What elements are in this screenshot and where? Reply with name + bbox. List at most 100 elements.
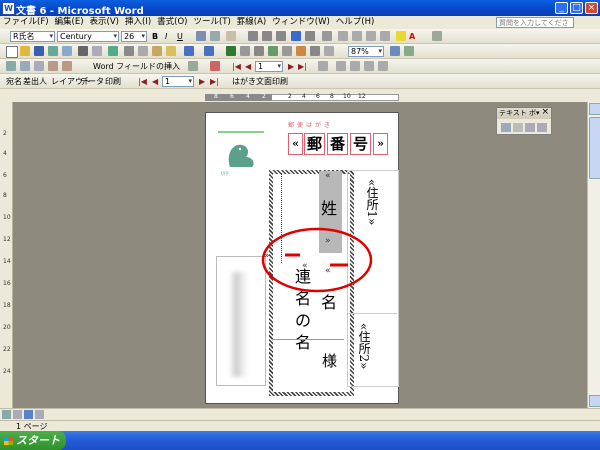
menu-table[interactable]: 罫線(A) [234,16,269,29]
merge-to-email-icon[interactable] [378,61,388,71]
web-view-icon[interactable] [13,410,22,419]
sender-textbox[interactable] [216,256,266,386]
spelling-icon[interactable] [108,46,118,56]
permission-icon[interactable] [48,46,58,56]
main-doc-setup-icon[interactable] [6,61,16,71]
help-search-input[interactable]: 質問を入力してください [496,17,574,37]
insert-word-field-icon[interactable] [188,61,198,71]
menu-window[interactable]: ウィンドウ(W) [269,16,333,29]
textbox-toolbar-close-icon[interactable]: × [541,107,549,117]
hyperlink-icon[interactable] [226,46,236,56]
paste-icon[interactable] [152,46,162,56]
postcard-recipient-menu[interactable]: 宛名 [6,76,22,87]
font-combo[interactable]: Century [57,31,119,42]
print-view-icon[interactable] [24,410,33,419]
italic-button[interactable]: I [165,31,167,42]
scroll-down-button[interactable] [589,395,600,407]
redo-icon[interactable] [204,46,214,56]
zoom-combo[interactable]: 87% [348,46,384,57]
bold-button[interactable]: B [152,31,158,42]
vertical-scrollbar[interactable] [587,102,600,408]
menu-edit[interactable]: 編集(E) [52,16,87,29]
next-textbox-icon[interactable] [537,123,547,132]
insert-table-icon[interactable] [254,46,264,56]
postcard-previous-record-button[interactable]: ◀ [152,76,158,87]
close-button[interactable]: × [585,2,598,14]
postcard-record-input[interactable]: 1 [162,76,194,87]
vertical-ruler[interactable]: 2 4 6 8 10 12 14 16 18 20 22 24 [0,102,13,412]
insert-merge-field-button[interactable]: Word フィールドの挿入 [93,61,180,72]
save-icon[interactable] [34,46,44,56]
document-map-icon[interactable] [310,46,320,56]
highlight-icon[interactable] [396,31,406,41]
recipients-icon[interactable] [34,61,44,71]
menu-help[interactable]: ヘルプ(H) [333,16,378,29]
increase-indent-icon[interactable] [380,31,390,41]
textbox-floating-toolbar[interactable]: テキスト ボ▾ × [496,107,552,135]
address-block-icon[interactable] [48,61,58,71]
align-left-icon[interactable] [248,31,258,41]
merge-to-new-icon[interactable] [350,61,360,71]
word-app-icon[interactable]: W [2,2,15,15]
distribute-icon[interactable] [305,31,315,41]
enclose-char-icon[interactable] [226,31,236,41]
undo-icon[interactable] [184,46,194,56]
break-link-icon[interactable] [513,123,523,132]
text-direction-icon[interactable] [525,123,535,132]
postcard-first-record-button[interactable]: |◀ [138,76,147,87]
email-icon[interactable] [62,46,72,56]
horizontal-scrollbar[interactable] [0,408,600,420]
menu-view[interactable]: 表示(V) [87,16,122,29]
postcard-last-record-button[interactable]: ▶| [210,76,219,87]
merge-to-printer-icon[interactable] [364,61,374,71]
first-record-button[interactable]: |◀ [232,61,241,72]
postcard-sender-menu[interactable]: 差出人 [23,76,47,87]
font-size-combo[interactable]: 26 [121,31,147,42]
previous-record-button[interactable]: ◀ [245,61,251,72]
horizontal-ruler[interactable]: 8 6 4 2 2 4 6 8 10 12 [0,92,600,102]
scroll-thumb[interactable] [589,117,600,179]
open-data-source-icon[interactable] [20,61,30,71]
print-preview-icon[interactable] [92,46,102,56]
postcard-next-record-button[interactable]: ▶ [199,76,205,87]
outline-view-icon[interactable] [35,410,44,419]
normal-view-icon[interactable] [2,410,11,419]
maximize-button[interactable]: □ [570,2,583,14]
align-center-icon[interactable] [262,31,272,41]
postcard-data-menu[interactable]: データ [80,76,104,87]
drawing-icon[interactable] [296,46,306,56]
insert-excel-icon[interactable] [268,46,278,56]
minimize-button[interactable]: _ [555,2,568,14]
record-number-input[interactable]: 1 [255,61,283,72]
new-document-icon[interactable] [6,46,18,58]
scroll-up-button[interactable] [589,103,600,115]
next-record-button[interactable]: ▶ [288,61,294,72]
print-icon[interactable] [78,46,88,56]
char-shading-icon[interactable] [210,31,220,41]
phonetic-guide-icon[interactable] [432,31,442,41]
open-icon[interactable] [20,46,30,56]
menu-tools[interactable]: ツール(T) [190,16,233,29]
menu-format[interactable]: 書式(O) [154,16,190,29]
underline-button[interactable]: U [177,31,183,42]
copy-icon[interactable] [138,46,148,56]
greeting-line-icon[interactable] [62,61,72,71]
style-combo[interactable]: R氏名 [10,31,55,42]
bullets-icon[interactable] [352,31,362,41]
format-painter-icon[interactable] [166,46,176,56]
menu-file[interactable]: ファイル(F) [0,16,52,29]
menu-insert[interactable]: 挿入(I) [122,16,154,29]
numbering-icon[interactable] [338,31,348,41]
last-record-button[interactable]: ▶| [298,61,307,72]
read-mode-icon[interactable] [404,46,414,56]
justify-icon[interactable] [291,31,301,41]
tables-borders-icon[interactable] [240,46,250,56]
postcard-print-menu[interactable]: 印刷 [105,76,121,87]
font-color-icon[interactable]: A [409,31,415,42]
find-entry-icon[interactable] [318,61,328,71]
show-hide-icon[interactable] [324,46,334,56]
link-textbox-icon[interactable] [501,123,511,132]
char-border-icon[interactable] [196,31,206,41]
postcard-print-button[interactable]: はがき文面印刷 [232,76,288,87]
decrease-indent-icon[interactable] [366,31,376,41]
